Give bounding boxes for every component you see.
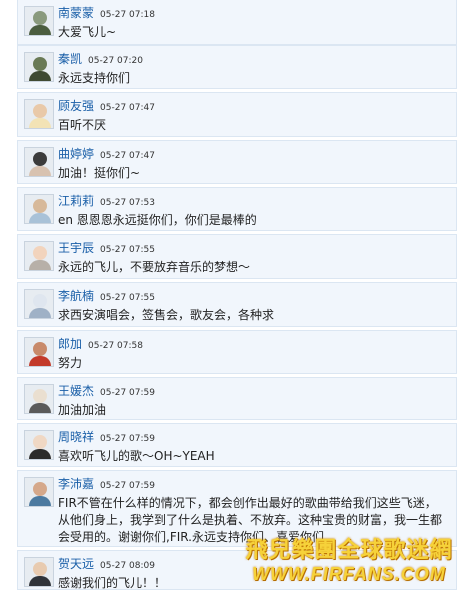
comment-text: 求西安演唱会，签售会，歌友会，各种求 bbox=[58, 308, 275, 322]
avatar-body-shape bbox=[29, 576, 51, 586]
comment-header: 南蒙蒙 05-27 07:18 bbox=[58, 6, 155, 22]
comment-header: 顾友强 05-27 07:47 bbox=[58, 99, 155, 115]
comment-item: 郎加 05-27 07:58 努力 bbox=[17, 330, 457, 374]
comment-timestamp: 05-27 07:53 bbox=[100, 198, 155, 208]
user-avatar[interactable] bbox=[24, 147, 54, 177]
comment-text: 永远支持你们 bbox=[58, 71, 131, 85]
avatar-face-shape bbox=[33, 482, 47, 496]
comment-header: 曲婷婷 05-27 07:47 bbox=[58, 147, 155, 163]
user-avatar[interactable] bbox=[24, 194, 54, 224]
comment-timestamp: 05-27 07:59 bbox=[100, 388, 155, 398]
comment-text: 大爱飞儿~ bbox=[58, 25, 117, 39]
comment-timestamp: 05-27 07:20 bbox=[88, 56, 143, 66]
username-link[interactable]: 王媛杰 bbox=[58, 384, 94, 398]
comment-item: 顾友强 05-27 07:47 百听不厌 bbox=[17, 92, 457, 137]
avatar-body-shape bbox=[29, 496, 51, 506]
avatar-body-shape bbox=[29, 308, 51, 318]
avatar-face-shape bbox=[33, 199, 47, 213]
comment-text: 喜欢听飞儿的歌～OH~YEAH bbox=[58, 449, 215, 463]
comment-item: 周晓祥 05-27 07:59 喜欢听飞儿的歌～OH~YEAH bbox=[17, 423, 457, 467]
comment-text: 感谢我们的飞儿！！ bbox=[58, 576, 167, 590]
username-link[interactable]: 秦凯 bbox=[58, 52, 82, 66]
username-link[interactable]: 王宇辰 bbox=[58, 241, 94, 255]
username-link[interactable]: 南蒙蒙 bbox=[58, 6, 94, 20]
avatar-body-shape bbox=[29, 449, 51, 459]
user-avatar[interactable] bbox=[24, 289, 54, 319]
comment-item: 李航楠 05-27 07:55 求西安演唱会，签售会，歌友会，各种求 bbox=[17, 282, 457, 327]
comment-text: en 恩恩恩永远挺你们，你们是最棒的 bbox=[58, 213, 257, 227]
comment-item: 李沛嘉 05-27 07:59 FIR不管在什么样的情况下，都会创作出最好的歌曲带给… bbox=[17, 470, 457, 547]
avatar-body-shape bbox=[29, 260, 51, 270]
avatar-face-shape bbox=[33, 342, 47, 356]
comment-item: 王媛杰 05-27 07:59 加油加油 bbox=[17, 377, 457, 420]
comment-item: 江莉莉 05-27 07:53 en 恩恩恩永远挺你们，你们是最棒的 bbox=[17, 187, 457, 231]
comment-timestamp: 05-27 08:09 bbox=[100, 561, 155, 571]
comment-text: 加油！挺你们~ bbox=[58, 166, 141, 180]
comment-header: 郎加 05-27 07:58 bbox=[58, 337, 143, 353]
avatar-face-shape bbox=[33, 104, 47, 118]
username-link[interactable]: 李航楠 bbox=[58, 289, 94, 303]
comment-text: 永远的飞儿，不要放弃音乐的梦想～ bbox=[58, 260, 251, 274]
comment-text: FIR不管在什么样的情况下，都会创作出最好的歌曲带给我们这些飞迷，从他们身上，我… bbox=[58, 496, 443, 544]
username-link[interactable]: 郎加 bbox=[58, 337, 82, 351]
avatar-body-shape bbox=[29, 403, 51, 413]
comment-text: 百听不厌 bbox=[58, 118, 107, 132]
username-link[interactable]: 顾友强 bbox=[58, 99, 94, 113]
username-link[interactable]: 周晓祥 bbox=[58, 430, 94, 444]
avatar-face-shape bbox=[33, 11, 47, 25]
user-avatar[interactable] bbox=[24, 6, 54, 36]
user-avatar[interactable] bbox=[24, 384, 54, 414]
avatar-face-shape bbox=[33, 435, 47, 449]
username-link[interactable]: 曲婷婷 bbox=[58, 147, 94, 161]
avatar-body-shape bbox=[29, 118, 51, 128]
comment-timestamp: 05-27 07:58 bbox=[88, 341, 143, 351]
comment-header: 江莉莉 05-27 07:53 bbox=[58, 194, 155, 210]
avatar-body-shape bbox=[29, 25, 51, 35]
user-avatar[interactable] bbox=[24, 52, 54, 82]
comment-item: 贺天远 05-27 08:09 感谢我们的飞儿！！ bbox=[17, 550, 457, 590]
comment-header: 秦凯 05-27 07:20 bbox=[58, 52, 143, 68]
user-avatar[interactable] bbox=[24, 241, 54, 271]
avatar-face-shape bbox=[33, 246, 47, 260]
comment-timestamp: 05-27 07:55 bbox=[100, 245, 155, 255]
comment-timestamp: 05-27 07:18 bbox=[100, 10, 155, 20]
comment-timestamp: 05-27 07:47 bbox=[100, 151, 155, 161]
comment-header: 王媛杰 05-27 07:59 bbox=[58, 384, 155, 400]
comment-header: 周晓祥 05-27 07:59 bbox=[58, 430, 155, 446]
avatar-body-shape bbox=[29, 166, 51, 176]
comment-item: 南蒙蒙 05-27 07:18 大爱飞儿~ bbox=[17, 0, 457, 45]
avatar-body-shape bbox=[29, 356, 51, 366]
avatar-face-shape bbox=[33, 57, 47, 71]
avatar-body-shape bbox=[29, 71, 51, 81]
comment-timestamp: 05-27 07:55 bbox=[100, 293, 155, 303]
comment-text: 努力 bbox=[58, 356, 83, 370]
comment-item: 王宇辰 05-27 07:55 永远的飞儿，不要放弃音乐的梦想～ bbox=[17, 234, 457, 279]
user-avatar[interactable] bbox=[24, 557, 54, 587]
comment-header: 贺天远 05-27 08:09 bbox=[58, 557, 155, 573]
avatar-face-shape bbox=[33, 152, 47, 166]
comment-timestamp: 05-27 07:47 bbox=[100, 103, 155, 113]
user-avatar[interactable] bbox=[24, 430, 54, 460]
comment-timestamp: 05-27 07:59 bbox=[100, 481, 155, 491]
username-link[interactable]: 李沛嘉 bbox=[58, 477, 94, 491]
comment-header: 王宇辰 05-27 07:55 bbox=[58, 241, 155, 257]
avatar-face-shape bbox=[33, 294, 47, 308]
comment-header: 李沛嘉 05-27 07:59 bbox=[58, 477, 155, 493]
avatar-face-shape bbox=[33, 389, 47, 403]
user-avatar[interactable] bbox=[24, 337, 54, 367]
comment-item: 曲婷婷 05-27 07:47 加油！挺你们~ bbox=[17, 140, 457, 184]
comment-timestamp: 05-27 07:59 bbox=[100, 434, 155, 444]
avatar-body-shape bbox=[29, 213, 51, 223]
user-avatar[interactable] bbox=[24, 477, 54, 507]
username-link[interactable]: 江莉莉 bbox=[58, 194, 94, 208]
avatar-face-shape bbox=[33, 562, 47, 576]
comment-item: 秦凯 05-27 07:20 永远支持你们 bbox=[17, 45, 457, 89]
comment-text: 加油加油 bbox=[58, 403, 107, 417]
username-link[interactable]: 贺天远 bbox=[58, 557, 94, 571]
comment-header: 李航楠 05-27 07:55 bbox=[58, 289, 155, 305]
user-avatar[interactable] bbox=[24, 99, 54, 129]
